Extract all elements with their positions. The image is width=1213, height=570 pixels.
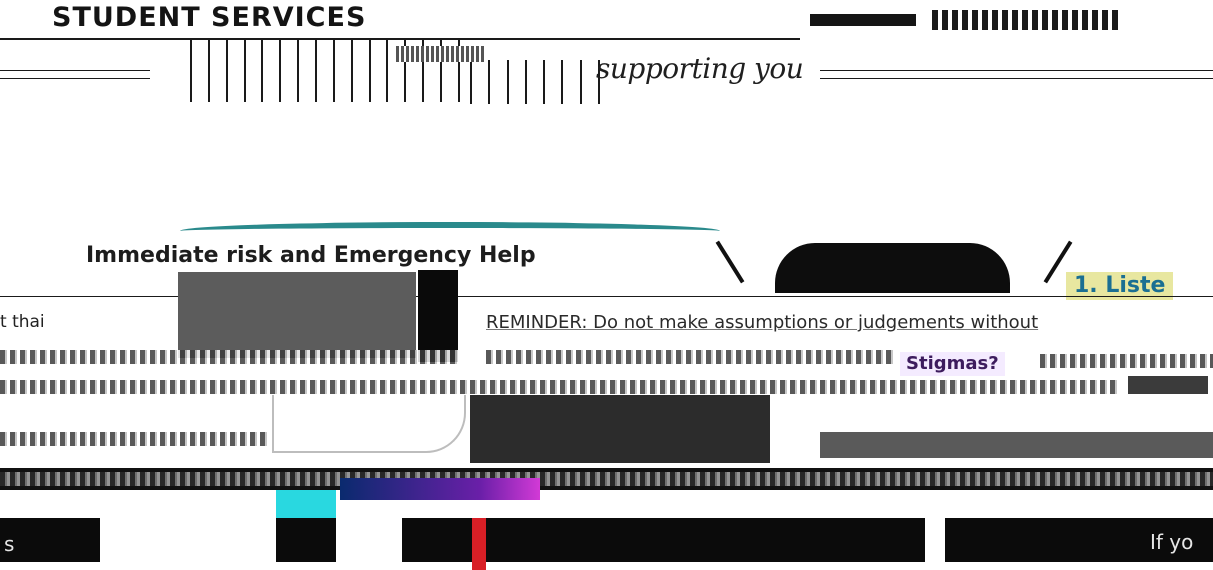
reminder-text: REMINDER: Do not make assumptions or jud… [486,312,1039,333]
white-card [272,395,466,453]
bracket-left-decoration [715,240,745,284]
header-divider-left-2 [0,78,150,79]
header-divider-right [820,70,1213,71]
text-row-5 [0,432,270,446]
page: STUDENT SERVICES supporting you Immediat… [0,0,1213,570]
red-accent-line [472,518,486,570]
cyan-block [276,490,336,518]
header-stripes-2 [470,60,600,104]
bottom-band [0,518,1213,562]
dark-tab [1128,376,1208,394]
logo-bar-icon [810,14,916,26]
left-text-fragment: t thai [0,312,45,332]
text-row-6 [0,472,1213,486]
grey-strip [820,432,1213,458]
header-tagline: supporting you [596,52,804,85]
dark-overlay [470,395,770,463]
logo-icon [932,10,1122,30]
black-divider [418,270,458,362]
gradient-badge [340,478,540,500]
text-row-1 [0,350,460,364]
section-title: Immediate risk and Emergency Help [86,243,536,268]
header-divider-right-2 [820,78,1213,79]
text-row-3 [1040,354,1213,368]
header-divider-left [0,70,150,71]
stigmas-badge: Stigmas? [900,352,1005,376]
header-title: STUDENT SERVICES [52,2,367,33]
section-arc-decoration [180,222,720,240]
bottom-right-fragment: If yo [1150,530,1194,554]
logo-subtext-icon [396,46,486,62]
text-row-4 [0,380,1120,394]
bottom-left-fragment: s [4,532,15,556]
dark-pill-decoration [775,243,1010,293]
text-row-2 [486,350,896,364]
grey-panel [178,272,416,358]
